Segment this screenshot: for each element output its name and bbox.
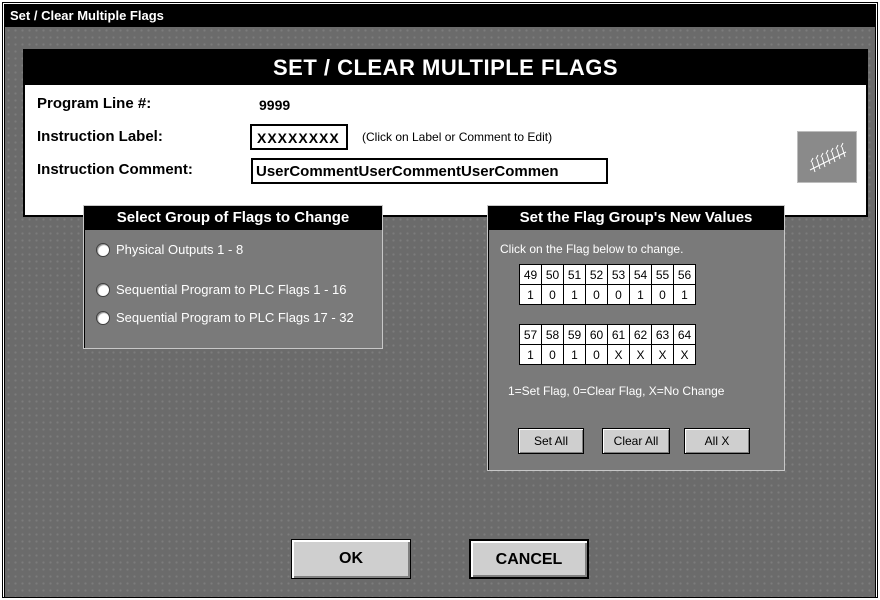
flag-number-cell: 64	[673, 324, 696, 345]
instruction-comment-field[interactable]: UserCommentUserCommentUserCommen	[251, 158, 608, 184]
instruction-label-label: Instruction Label:	[37, 128, 163, 145]
instruction-label-field[interactable]: XXXXXXXX	[250, 124, 348, 150]
flag-value-cell[interactable]: 1	[629, 284, 652, 305]
flag-value-cell[interactable]: X	[651, 344, 674, 365]
set-all-button[interactable]: Set All	[518, 428, 584, 454]
flag-number-cell: 57	[519, 324, 542, 345]
flag-value-cell[interactable]: 0	[541, 344, 564, 365]
flag-value-cell[interactable]: 0	[585, 284, 608, 305]
flag-value-cell[interactable]: 1	[519, 284, 542, 305]
all-x-button[interactable]: All X	[684, 428, 750, 454]
flag-instruction-text: Click on the Flag below to change.	[500, 242, 684, 256]
flag-table-57-64: 57 58 59 60 61 62 63 64 1010XXXX	[519, 324, 696, 365]
flag-value-cell[interactable]: 0	[607, 284, 630, 305]
radio-button[interactable]	[96, 242, 110, 257]
flag-value-cell[interactable]: 1	[563, 284, 586, 305]
flag-value-cell[interactable]: 0	[541, 284, 564, 305]
flag-values-panel: Set the Flag Group's New Values Click on…	[487, 205, 785, 471]
flag-number-cell: 62	[629, 324, 652, 345]
instruction-comment-label: Instruction Comment:	[37, 161, 193, 178]
select-group-title: Select Group of Flags to Change	[84, 206, 382, 230]
dialog-client-area: SET / CLEAR MULTIPLE FLAGS Program Line …	[4, 26, 876, 598]
flag-number-cell: 59	[563, 324, 586, 345]
radio-plc-flags-17-32[interactable]: Sequential Program to PLC Flags 17 - 32	[96, 310, 354, 325]
flag-values-title: Set the Flag Group's New Values	[488, 206, 784, 230]
flags-logo-icon	[797, 131, 857, 183]
select-group-panel: Select Group of Flags to Change Physical…	[83, 205, 383, 349]
flag-value-cell[interactable]: 1	[673, 284, 696, 305]
flag-number-cell: 51	[563, 264, 586, 285]
flag-number-cell: 60	[585, 324, 608, 345]
cancel-button[interactable]: CANCEL	[469, 539, 589, 579]
radio-button[interactable]	[96, 282, 110, 297]
flag-value-cell[interactable]: 1	[563, 344, 586, 365]
flag-value-cell[interactable]: 0	[651, 284, 674, 305]
ok-button[interactable]: OK	[291, 539, 411, 579]
flag-number-cell: 54	[629, 264, 652, 285]
instruction-header-panel: SET / CLEAR MULTIPLE FLAGS Program Line …	[23, 49, 868, 217]
flag-number-cell: 56	[673, 264, 696, 285]
flag-number-cell: 55	[651, 264, 674, 285]
flag-number-cell: 52	[585, 264, 608, 285]
radio-button[interactable]	[96, 310, 110, 325]
radio-physical-outputs[interactable]: Physical Outputs 1 - 8	[96, 242, 243, 257]
program-line-label: Program Line #:	[37, 95, 152, 112]
flag-number-cell: 58	[541, 324, 564, 345]
page-title: SET / CLEAR MULTIPLE FLAGS	[25, 51, 866, 85]
radio-plc-flags-1-16[interactable]: Sequential Program to PLC Flags 1 - 16	[96, 282, 347, 297]
radio-label: Physical Outputs 1 - 8	[116, 242, 244, 257]
flag-legend: 1=Set Flag, 0=Clear Flag, X=No Change	[508, 384, 725, 398]
flag-value-cell[interactable]: X	[607, 344, 630, 365]
flag-number-cell: 61	[607, 324, 630, 345]
flag-number-cell: 50	[541, 264, 564, 285]
radio-label: Sequential Program to PLC Flags 17 - 32	[116, 310, 354, 325]
flag-value-cell[interactable]: 0	[585, 344, 608, 365]
radio-label: Sequential Program to PLC Flags 1 - 16	[116, 282, 347, 297]
program-line-value: 9999	[259, 97, 291, 113]
flag-number-cell: 63	[651, 324, 674, 345]
window-title: Set / Clear Multiple Flags	[4, 4, 876, 26]
flag-value-cell[interactable]: X	[629, 344, 652, 365]
flag-number-cell: 49	[519, 264, 542, 285]
flag-value-cell[interactable]: 1	[519, 344, 542, 365]
flag-number-cell: 53	[607, 264, 630, 285]
flag-value-cell[interactable]: X	[673, 344, 696, 365]
edit-hint-text: (Click on Label or Comment to Edit)	[362, 130, 553, 144]
clear-all-button[interactable]: Clear All	[602, 428, 670, 454]
flag-table-49-56: 49 50 51 52 53 54 55 56 10100101	[519, 264, 696, 305]
